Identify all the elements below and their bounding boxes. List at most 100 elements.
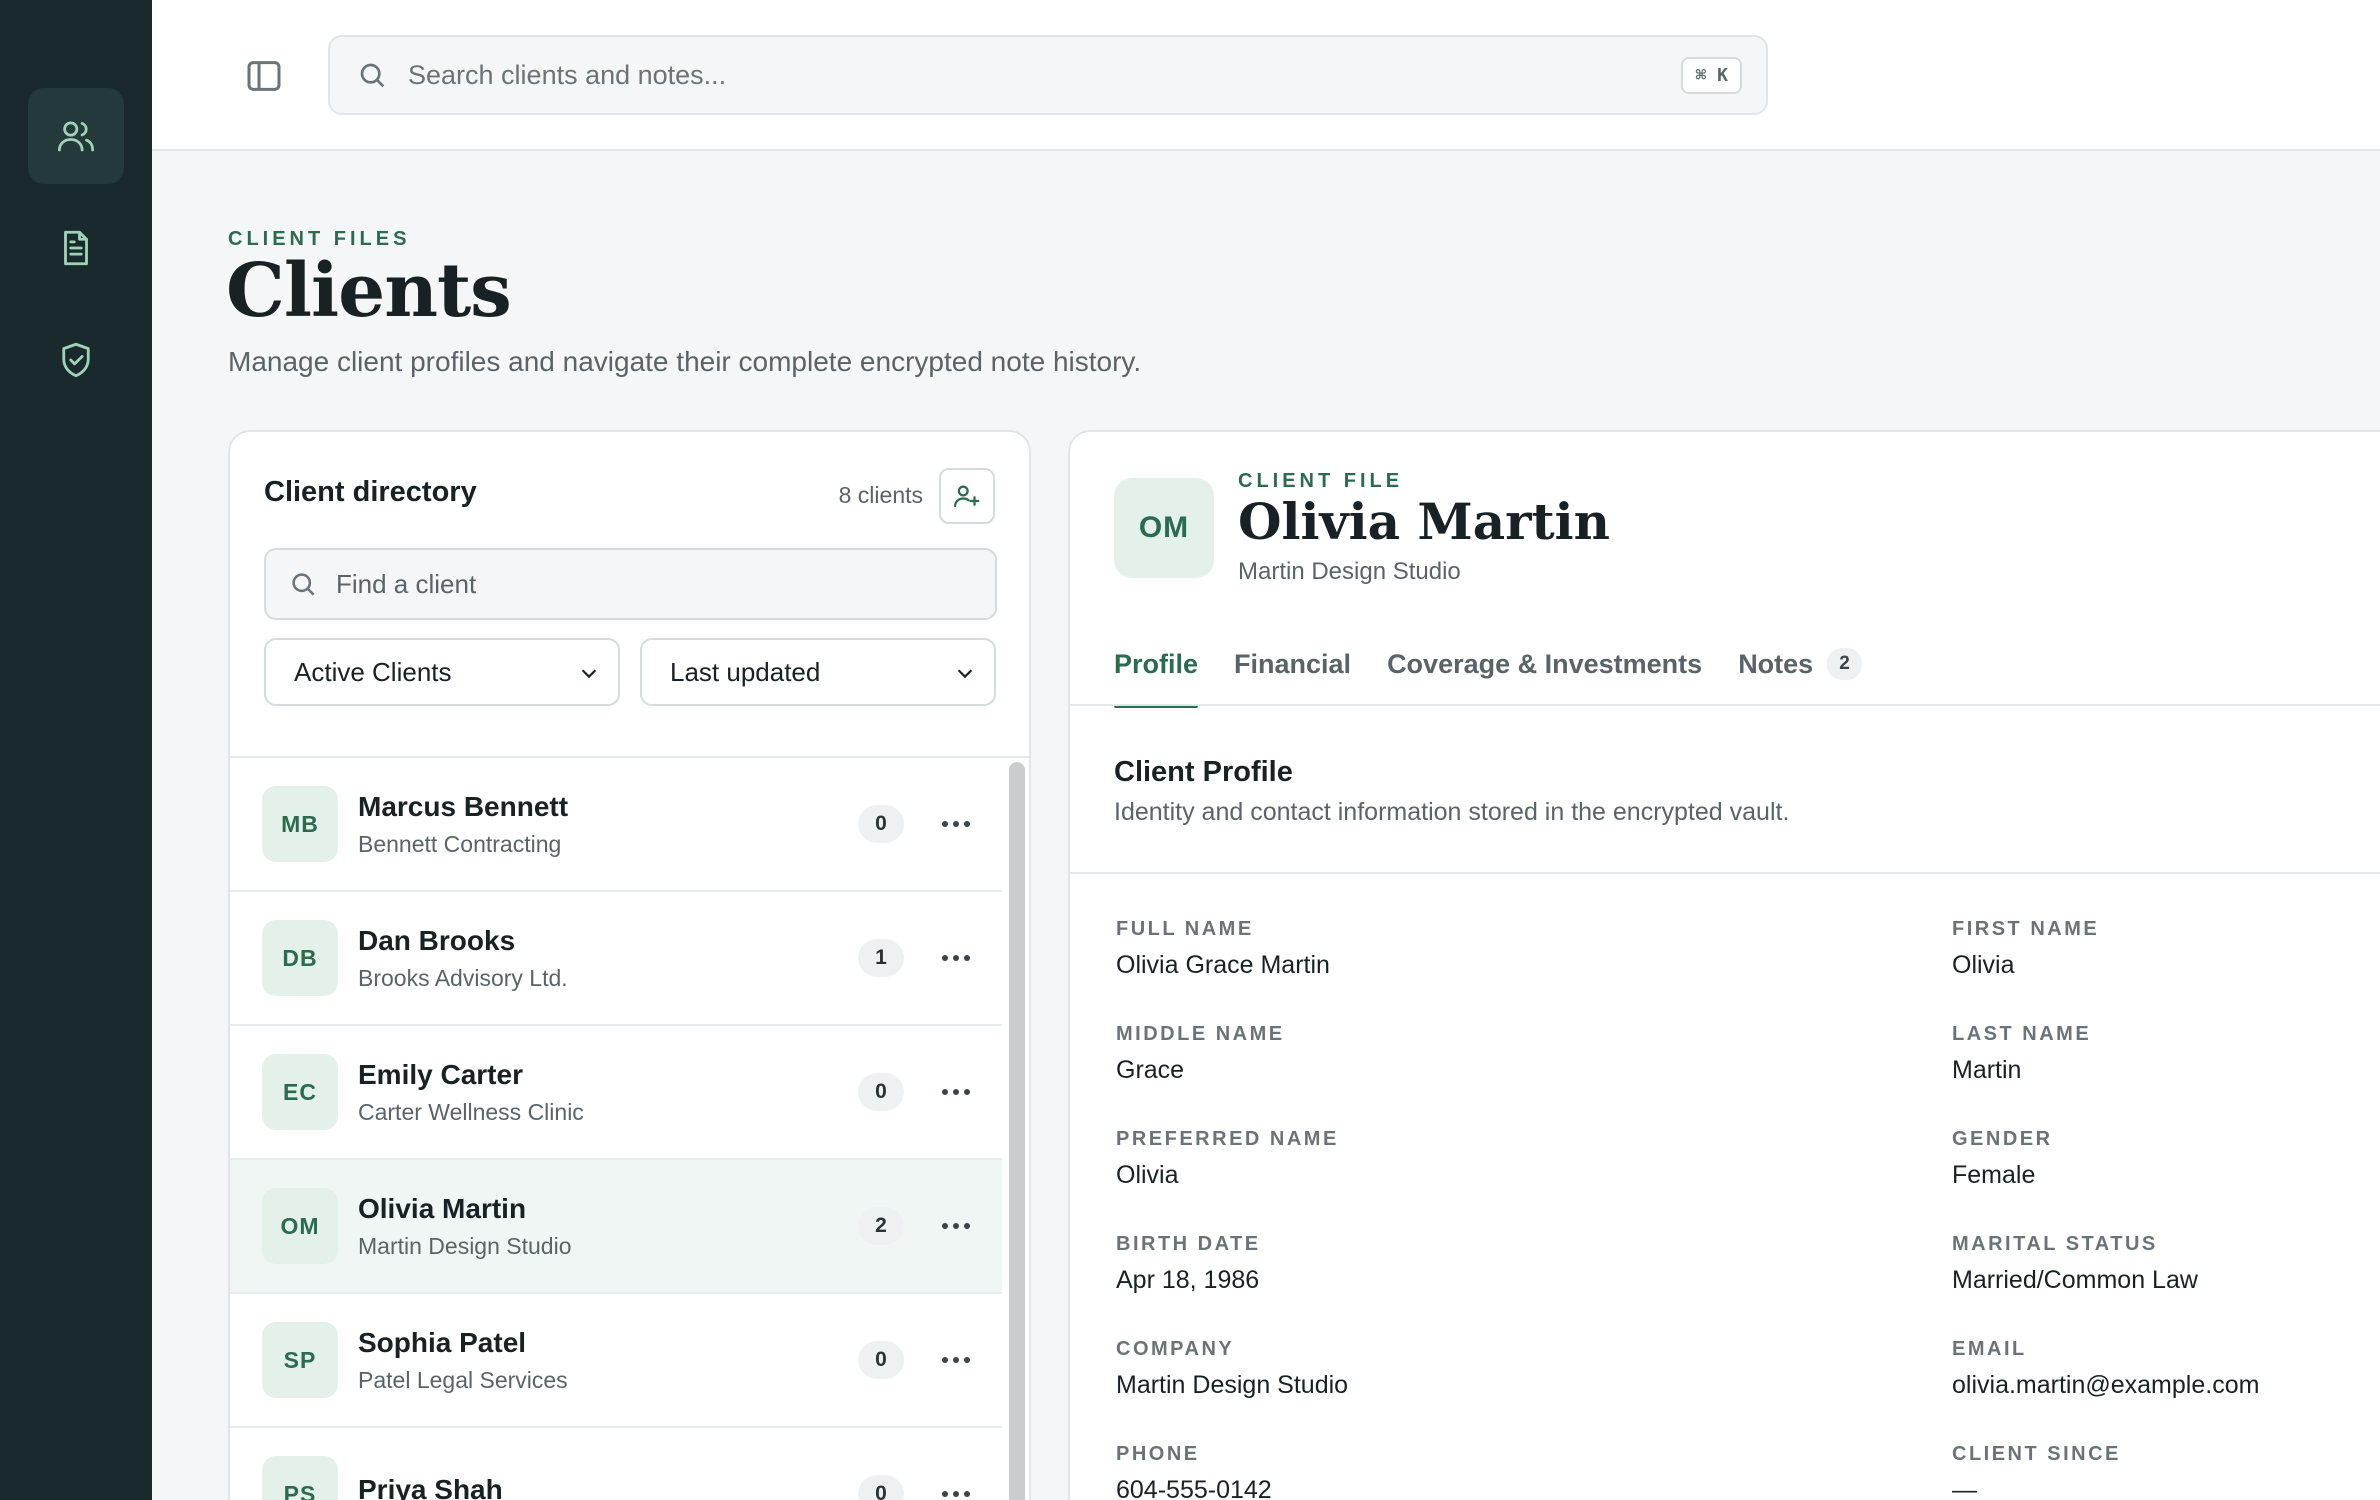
page-subtitle: Manage client profiles and navigate thei… — [228, 346, 1142, 377]
field-value: Married/Common Law — [1952, 1266, 2198, 1294]
field-company: COMPANY Martin Design Studio — [1116, 1338, 1716, 1400]
find-client-field[interactable] — [264, 548, 997, 620]
tabs-divider — [1070, 704, 2380, 706]
sort-value: Last updated — [670, 656, 821, 687]
field-label: PREFERRED NAME — [1116, 1128, 1339, 1150]
tab-notes[interactable]: Notes 2 — [1738, 648, 1862, 708]
sidebar-rail — [0, 0, 152, 1500]
tab-coverage-investments[interactable]: Coverage & Investments — [1387, 649, 1702, 708]
more-horizontal-icon — [942, 821, 970, 827]
shield-check-icon — [62, 342, 90, 378]
sort-select[interactable]: Last updated — [640, 638, 996, 706]
top-bar: ⌘ K — [152, 0, 2380, 151]
note-count-badge: 0 — [858, 805, 904, 843]
field-label: FIRST NAME — [1952, 918, 2100, 940]
field-label: PHONE — [1116, 1443, 1200, 1465]
client-row[interactable]: PS Priya Shah 0 — [230, 1428, 1002, 1500]
client-file-company: Martin Design Studio — [1238, 558, 1461, 585]
client-name: Marcus Bennett — [358, 790, 569, 822]
client-count: 8 clients — [838, 482, 923, 508]
client-name: Priya Shah — [358, 1474, 503, 1500]
directory-title: Client directory — [264, 476, 477, 508]
client-avatar: PS — [262, 1456, 338, 1500]
field-value: Olivia — [1952, 951, 2015, 979]
section-divider — [1070, 872, 2380, 874]
sidebar-panel-icon — [247, 61, 281, 91]
client-row[interactable]: EC Emily Carter Carter Wellness Clinic 0 — [230, 1026, 1002, 1160]
more-horizontal-icon — [942, 955, 970, 961]
field-label: GENDER — [1952, 1128, 2053, 1150]
note-count-badge: 2 — [858, 1207, 904, 1245]
client-name: Dan Brooks — [358, 924, 516, 956]
field-value: Martin — [1952, 1056, 2022, 1084]
client-name: Emily Carter — [358, 1058, 523, 1090]
tab-label: Profile — [1114, 648, 1199, 679]
row-more-button[interactable] — [936, 1340, 976, 1380]
row-more-button[interactable] — [936, 938, 976, 978]
field-gender: GENDER Female — [1952, 1128, 2380, 1190]
global-search-input[interactable] — [408, 59, 1682, 91]
find-client-input[interactable] — [336, 568, 995, 600]
field-value: — — [1952, 1476, 1977, 1500]
client-row-selected[interactable]: OM Olivia Martin Martin Design Studio 2 — [230, 1160, 1002, 1294]
users-icon — [57, 121, 95, 152]
field-last-name: LAST NAME Martin — [1952, 1023, 2380, 1085]
field-label: COMPANY — [1116, 1338, 1235, 1360]
tab-profile[interactable]: Profile — [1114, 648, 1199, 708]
field-label: LAST NAME — [1952, 1023, 2092, 1045]
nav-clients-button[interactable] — [28, 88, 124, 184]
field-value: Martin Design Studio — [1116, 1371, 1349, 1399]
field-value: Apr 18, 1986 — [1116, 1266, 1260, 1294]
status-filter-select[interactable]: Active Clients — [264, 638, 620, 706]
field-value: Grace — [1116, 1056, 1185, 1084]
document-icon — [64, 230, 88, 266]
global-search[interactable]: ⌘ K — [328, 35, 1768, 115]
field-label: MIDDLE NAME — [1116, 1023, 1285, 1045]
section-title: Client Profile — [1114, 756, 1293, 788]
tab-financial[interactable]: Financial — [1234, 649, 1351, 708]
client-file-card: OM CLIENT FILE Olivia Martin Martin Desi… — [1068, 430, 2380, 1500]
field-birth-date: BIRTH DATE Apr 18, 1986 — [1116, 1233, 1716, 1295]
field-email: EMAIL olivia.martin@example.com — [1952, 1338, 2380, 1400]
list-scrollbar[interactable] — [1009, 762, 1025, 1500]
field-value: Olivia Grace Martin — [1116, 951, 1330, 979]
client-row[interactable]: SP Sophia Patel Patel Legal Services 0 — [230, 1294, 1002, 1428]
client-avatar: OM — [262, 1188, 338, 1264]
tab-label: Coverage & Investments — [1387, 648, 1703, 679]
field-value: olivia.martin@example.com — [1952, 1371, 2260, 1399]
add-client-button[interactable] — [939, 468, 995, 524]
page-title: Clients — [226, 248, 512, 334]
field-value: 604-555-0142 — [1116, 1476, 1272, 1500]
note-count-badge: 0 — [858, 1475, 904, 1500]
field-full-name: FULL NAME Olivia Grace Martin — [1116, 918, 1716, 980]
client-avatar: SP — [262, 1322, 338, 1398]
more-horizontal-icon — [942, 1491, 970, 1497]
client-directory-card: Client directory 8 clients Active Client… — [228, 430, 1031, 1500]
row-more-button[interactable] — [936, 804, 976, 844]
field-label: CLIENT SINCE — [1952, 1443, 2121, 1465]
notes-count-badge: 2 — [1827, 648, 1862, 680]
chevron-down-icon — [581, 669, 597, 679]
field-client-since: CLIENT SINCE — — [1952, 1443, 2380, 1500]
row-more-button[interactable] — [936, 1474, 976, 1500]
section-description: Identity and contact information stored … — [1114, 798, 1790, 826]
client-row[interactable]: DB Dan Brooks Brooks Advisory Ltd. 1 — [230, 892, 1002, 1026]
client-row[interactable]: MB Marcus Bennett Bennett Contracting 0 — [230, 758, 1002, 892]
client-list: MB Marcus Bennett Bennett Contracting 0 D… — [230, 758, 1002, 1500]
row-more-button[interactable] — [936, 1072, 976, 1112]
client-avatar: MB — [262, 786, 338, 862]
field-label: BIRTH DATE — [1116, 1233, 1261, 1255]
tab-label: Financial — [1234, 648, 1352, 679]
sidebar-toggle-button[interactable] — [244, 56, 284, 96]
nav-security-button[interactable] — [28, 312, 124, 408]
tab-label: Notes — [1738, 648, 1814, 679]
more-horizontal-icon — [942, 1089, 970, 1095]
client-file-name: Olivia Martin — [1238, 492, 1610, 551]
field-label: MARITAL STATUS — [1952, 1233, 2158, 1255]
nav-notes-button[interactable] — [28, 200, 124, 296]
client-company: Carter Wellness Clinic — [358, 1098, 584, 1125]
row-more-button[interactable] — [936, 1206, 976, 1246]
keyboard-shortcut-badge: ⌘ K — [1681, 56, 1742, 94]
field-middle-name: MIDDLE NAME Grace — [1116, 1023, 1716, 1085]
note-count-badge: 0 — [858, 1341, 904, 1379]
